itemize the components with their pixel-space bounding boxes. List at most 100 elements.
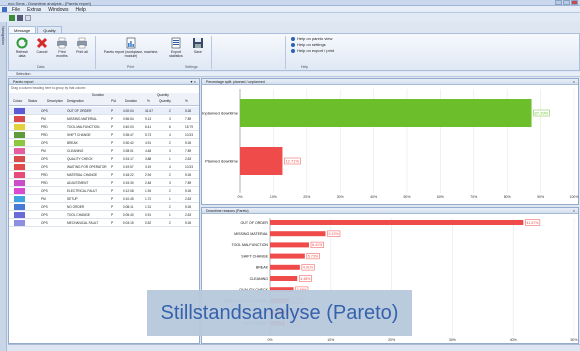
table-row[interactable]: OPS MECHANICAL FAULT P 0:03:15 0.52 2 5.26 [9,219,199,227]
row-quantity-pct: 2.63 [185,197,192,201]
row-quantity-pct: 5.26 [185,221,192,225]
x-tick-label: 20% [388,338,395,342]
row-description: PM [41,117,46,121]
table-row[interactable]: PRD SHIFT CHANGE P 0:35:47 5.73 4 10.53 [9,131,199,139]
table-row[interactable]: PM CLEANING P 0:28:01 4.48 3 7.89 [9,147,199,155]
row-designation: TOOL MALFUNCTION [67,125,100,129]
tab-quality[interactable]: Quality [37,26,62,33]
row-duration: 0:35:47 [123,133,134,137]
row-quantity-pct: 7.89 [185,149,192,153]
row-quantity: 3 [169,181,171,185]
row-quantity: 4 [169,165,171,169]
row-quantity-pct: 5.26 [185,109,192,113]
group-label-data: Data [37,65,45,69]
row-duration-pct: 0.91 [145,213,152,217]
navigation-strip[interactable]: Navigation [0,22,7,351]
row-colour-swatch [14,188,25,194]
row-designation: MATERIAL CHANGE [67,173,98,177]
row-duration: 0:30:42 [123,141,134,145]
row-description: OPS [41,165,48,169]
row-description: OPS [41,157,48,161]
category-label: MISSING MATERIAL [234,232,268,236]
table-row[interactable]: OPS WAITING FOR OPERATOR P 0:19:57 3.19 4 10.5… [9,163,199,171]
data-label: 87.29% [535,111,549,116]
row-pa: P [111,165,114,169]
row-quantity: 1 [169,157,171,161]
row-colour-swatch [14,148,25,154]
col-quantity-pct[interactable]: % [185,99,188,103]
row-duration-pct: 1.72 [145,197,152,201]
row-duration: 0:24:17 [123,157,134,161]
tab-message[interactable]: Message [8,26,37,33]
caption-overlay: Stillstandsanalyse (Pareto) [147,290,412,336]
row-quantity-pct: 5.26 [185,205,192,209]
row-quantity: 2 [169,205,171,209]
row-pa: P [111,133,114,137]
row-pa: P [111,149,114,153]
ribbon-tabs: Message Quality [8,26,62,33]
row-description: OPS [41,205,48,209]
col-quantity[interactable]: Quantity [159,99,171,103]
table-row[interactable]: OPS NO ORDER P 0:08:11 1.31 2 5.26 [9,203,199,211]
row-designation: ELECTRICAL FAULT [67,189,98,193]
table-row[interactable]: PRD ADJUSTMENT P 0:15:30 2.48 3 7.89 [9,179,199,187]
category-label: Planned downtime [205,158,239,163]
row-duration: 0:12:08 [123,189,134,193]
print-all-button[interactable]: Print all [73,37,91,54]
row-quantity-pct: 7.89 [185,117,192,121]
x-tick-label: 80% [504,195,511,199]
save-icon[interactable] [17,15,23,21]
row-designation: OUT OF ORDER [67,109,92,113]
minimize-button[interactable] [555,0,562,5]
pareto-report-button[interactable]: Pareto report (workplace, machine, modul… [101,37,161,58]
help-icon [291,49,295,53]
app-icon[interactable] [2,7,7,12]
col-status[interactable]: Status [28,99,37,103]
row-pa: P [111,181,114,185]
maximize-button[interactable] [563,0,570,5]
cancel-button[interactable]: Cancel [33,37,51,54]
row-description: PRD [41,125,48,129]
help-export-link[interactable]: Help on export / print [291,48,334,54]
dropdown-icon[interactable] [25,15,31,21]
row-duration-pct: 2.94 [145,173,152,177]
row-designation: SHIFT CHANGE [67,133,91,137]
row-quantity: 2 [169,141,171,145]
col-colour[interactable]: Colour [13,99,22,103]
save-button[interactable]: Save [189,37,207,54]
col-pa[interactable]: P/A [111,99,116,103]
table-row[interactable]: PM SETUP P 0:10:45 1.72 1 2.63 [9,195,199,203]
row-pa: P [111,173,114,177]
table-row[interactable]: OPS ELECTRICAL FAULT P 0:12:08 1.94 2 5.26 [9,187,199,195]
table-row[interactable]: OPS QUALITY CHECK P 0:24:17 3.88 1 2.63 [9,155,199,163]
refresh-icon[interactable] [9,15,15,21]
col-designation[interactable]: Designation [67,99,84,103]
close-button[interactable] [571,0,578,5]
row-duration-pct: 1.94 [145,189,152,193]
print-months-button[interactable]: Print months [53,37,71,58]
row-colour-swatch [14,220,25,226]
row-duration-pct: 2.48 [145,181,152,185]
group-separator [211,36,212,69]
table-row[interactable]: PRD MATERIAL CHANGE P 0:18:22 2.94 2 5.26 [9,171,199,179]
col-description[interactable]: Description [47,99,63,103]
table-row[interactable]: OPS TOOL CHANGE P 0:05:40 0.91 1 2.63 [9,211,199,219]
save-label: Save [194,50,202,54]
row-description: OPS [41,221,48,225]
table-row[interactable]: OPS OUT OF ORDER P 4:20:04 41.67 2 5.26 [9,107,199,115]
table-row[interactable]: OPS BREAK P 0:30:42 4.91 2 5.26 [9,139,199,147]
col-duration[interactable]: Duration [125,99,137,103]
group-by-hint: Drag a column heading here to group by t… [11,86,86,90]
row-quantity: 3 [169,117,171,121]
export-statistics-button[interactable]: Export statistics [165,37,187,58]
cancel-label: Cancel [36,50,48,54]
report-icon [126,37,136,49]
row-duration-pct: 41.67 [145,109,153,113]
refresh-data-button[interactable]: Refresh data [13,37,31,58]
x-tick-label: 50% [570,338,577,342]
table-row[interactable]: PRD TOOL MALFUNCTION P 0:40:03 6.41 6 15.79 [9,123,199,131]
table-row[interactable]: PM MISSING MATERIAL P 0:56:54 9.13 3 7.89 [9,115,199,123]
col-duration-pct[interactable]: % [147,99,150,103]
selection-label: Selection [16,72,31,76]
row-duration: 0:05:40 [123,213,134,217]
